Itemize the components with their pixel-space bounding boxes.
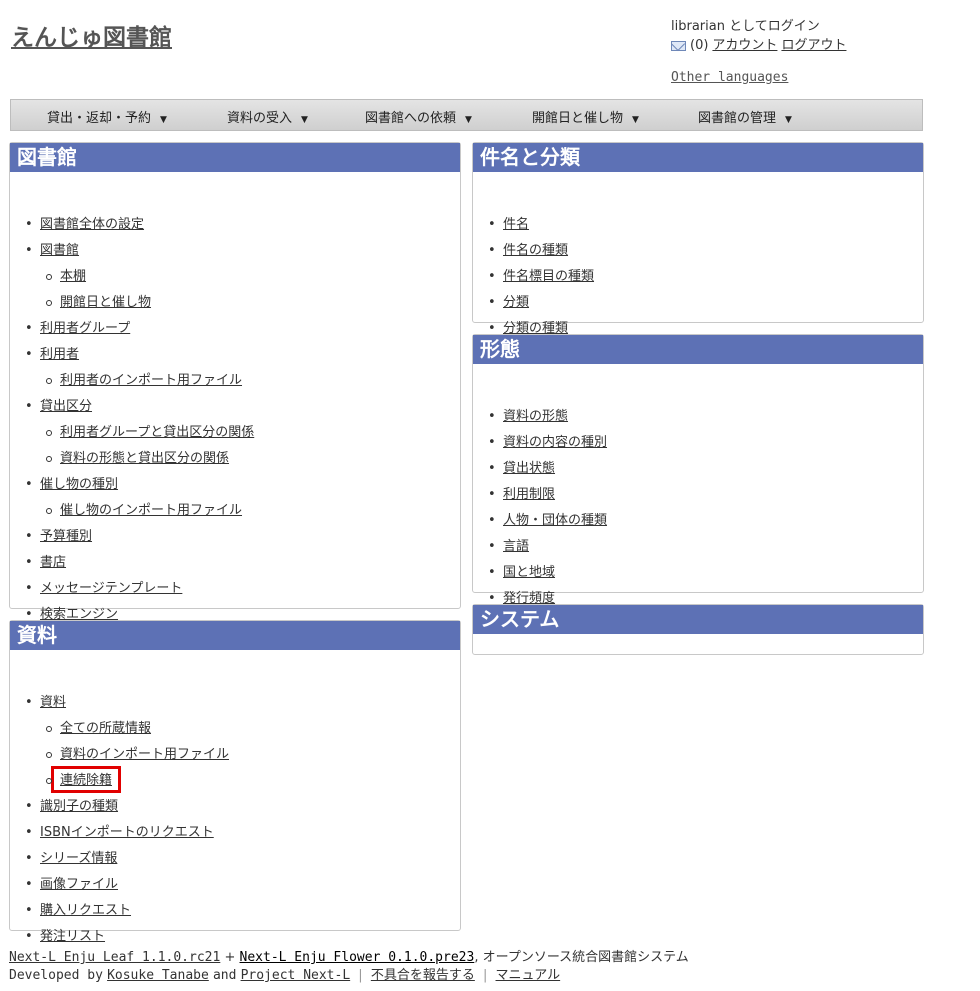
link-libraries[interactable]: 図書館 bbox=[25, 243, 79, 259]
caret-down-icon: ▼ bbox=[785, 115, 792, 125]
report-bug-link[interactable]: 不具合を報告する bbox=[371, 968, 475, 983]
link-isbn-import-requests[interactable]: ISBNインポートのリクエスト bbox=[25, 825, 214, 841]
link-message-templates[interactable]: メッセージテンプレート bbox=[25, 581, 182, 597]
menu-label: 貸出・返却・予約 bbox=[47, 111, 152, 126]
panel-system: システム bbox=[472, 604, 924, 655]
link-checkout-types[interactable]: 貸出区分 bbox=[25, 399, 92, 415]
link-library-settings[interactable]: 図書館全体の設定 bbox=[25, 217, 144, 233]
menu-acquisition[interactable]: 資料の受入 ▼ bbox=[227, 107, 308, 126]
menu-label: 資料の受入 bbox=[227, 111, 293, 126]
account-area: librarian としてログイン (0) アカウント ログアウト bbox=[671, 17, 846, 55]
link-carrier-types[interactable]: 資料の形態 bbox=[488, 409, 568, 425]
login-status: librarian としてログイン bbox=[671, 19, 820, 34]
enju-flower-link[interactable]: Next-L Enju Flower 0.1.0.pre23 bbox=[240, 950, 475, 965]
panel-title: 資料 bbox=[10, 621, 460, 650]
footer-tagline: , オープンソース統合図書館システム bbox=[474, 950, 689, 965]
caret-down-icon: ▼ bbox=[160, 115, 167, 125]
and-label: and bbox=[212, 968, 237, 983]
panel-materials: 資料 資料 全ての所蔵情報 資料のインポート用ファイル 連続除籍 識別子の種類 … bbox=[9, 620, 461, 945]
link-content-types[interactable]: 資料の内容の種別 bbox=[488, 435, 607, 451]
separator: | bbox=[482, 968, 488, 983]
other-languages-link[interactable]: Other languages bbox=[671, 70, 788, 85]
menu-events[interactable]: 開館日と催し物 ▼ bbox=[532, 107, 639, 126]
link-events-calendar[interactable]: 開館日と催し物 bbox=[45, 295, 151, 311]
menu-label: 図書館の管理 bbox=[698, 111, 777, 126]
link-subject-types[interactable]: 件名の種類 bbox=[488, 243, 568, 259]
link-identifier-types[interactable]: 識別子の種類 bbox=[25, 799, 118, 815]
link-user-import-files[interactable]: 利用者のインポート用ファイル bbox=[45, 373, 242, 389]
caret-down-icon: ▼ bbox=[465, 115, 472, 125]
link-series[interactable]: シリーズ情報 bbox=[25, 851, 117, 867]
menu-requests[interactable]: 図書館への依頼 ▼ bbox=[365, 107, 472, 126]
link-event-categories[interactable]: 催し物の種別 bbox=[25, 477, 118, 493]
panel-title: 形態 bbox=[473, 335, 923, 364]
panel-title: 件名と分類 bbox=[473, 143, 923, 172]
mail-icon[interactable] bbox=[671, 40, 686, 51]
link-user-group-checkout-types[interactable]: 利用者グループと貸出区分の関係 bbox=[45, 425, 254, 441]
main-menu-bar: 貸出・返却・予約 ▼ 資料の受入 ▼ 図書館への依頼 ▼ 開館日と催し物 ▼ 図書館の管… bbox=[10, 99, 923, 131]
link-serial-withdrawal[interactable]: 連続除籍 bbox=[45, 773, 112, 789]
link-languages[interactable]: 言語 bbox=[488, 539, 529, 555]
logout-link[interactable]: ログアウト bbox=[781, 36, 846, 55]
panel-title: システム bbox=[473, 605, 923, 634]
link-use-restrictions[interactable]: 利用制限 bbox=[488, 487, 555, 503]
project-next-l-link[interactable]: Project Next-L bbox=[241, 968, 351, 983]
site-title-link[interactable]: えんじゅ図書館 bbox=[11, 18, 172, 52]
link-classifications[interactable]: 分類 bbox=[488, 295, 529, 311]
plus-sign: + bbox=[224, 950, 236, 965]
manual-link[interactable]: マニュアル bbox=[496, 968, 561, 983]
account-link[interactable]: アカウント bbox=[712, 36, 777, 55]
author-link[interactable]: Kosuke Tanabe bbox=[107, 968, 209, 983]
link-purchase-requests[interactable]: 購入リクエスト bbox=[25, 903, 131, 919]
link-users[interactable]: 利用者 bbox=[25, 347, 79, 363]
caret-down-icon: ▼ bbox=[301, 115, 308, 125]
link-shelves[interactable]: 本棚 bbox=[45, 269, 86, 285]
link-all-items[interactable]: 全ての所蔵情報 bbox=[45, 721, 151, 737]
link-order-lists[interactable]: 発注リスト bbox=[25, 929, 105, 945]
menu-label: 開館日と催し物 bbox=[532, 111, 624, 126]
link-budget-types[interactable]: 予算種別 bbox=[25, 529, 92, 545]
link-resource-import-files[interactable]: 資料のインポート用ファイル bbox=[45, 747, 229, 763]
menu-label: 図書館への依頼 bbox=[365, 111, 457, 126]
link-manifestations[interactable]: 資料 bbox=[25, 695, 66, 711]
link-countries[interactable]: 国と地域 bbox=[488, 565, 555, 581]
panel-subjects: 件名と分類 件名 件名の種類 件名標目の種類 分類 分類の種類 bbox=[472, 142, 924, 337]
panel-library: 図書館 図書館全体の設定 図書館 本棚 開館日と催し物 利用者グループ 利用者 … bbox=[9, 142, 461, 623]
panel-forms: 形態 資料の形態 資料の内容の種別 貸出状態 利用制限 人物・団体の種類 言語 … bbox=[472, 334, 924, 607]
link-subjects[interactable]: 件名 bbox=[488, 217, 529, 233]
developed-by-label: Developed by bbox=[9, 968, 103, 983]
link-circulation-statuses[interactable]: 貸出状態 bbox=[488, 461, 555, 477]
link-bookstores[interactable]: 書店 bbox=[25, 555, 66, 571]
link-user-groups[interactable]: 利用者グループ bbox=[25, 321, 130, 337]
link-picture-files[interactable]: 画像ファイル bbox=[25, 877, 118, 893]
mail-count: (0) bbox=[690, 38, 709, 53]
link-subject-heading-types[interactable]: 件名標目の種類 bbox=[488, 269, 594, 285]
link-carrier-type-checkout-types[interactable]: 資料の形態と貸出区分の関係 bbox=[45, 451, 229, 467]
menu-admin[interactable]: 図書館の管理 ▼ bbox=[698, 107, 792, 126]
caret-down-icon: ▼ bbox=[632, 115, 639, 125]
footer: Next-L Enju Leaf 1.1.0.rc21 + Next-L Enj… bbox=[9, 949, 689, 985]
enju-leaf-link[interactable]: Next-L Enju Leaf 1.1.0.rc21 bbox=[9, 950, 220, 965]
link-agent-types[interactable]: 人物・団体の種類 bbox=[488, 513, 607, 529]
link-event-import-files[interactable]: 催し物のインポート用ファイル bbox=[45, 503, 242, 519]
separator: | bbox=[358, 968, 363, 983]
menu-circulation[interactable]: 貸出・返却・予約 ▼ bbox=[47, 107, 167, 126]
panel-title: 図書館 bbox=[10, 143, 460, 172]
